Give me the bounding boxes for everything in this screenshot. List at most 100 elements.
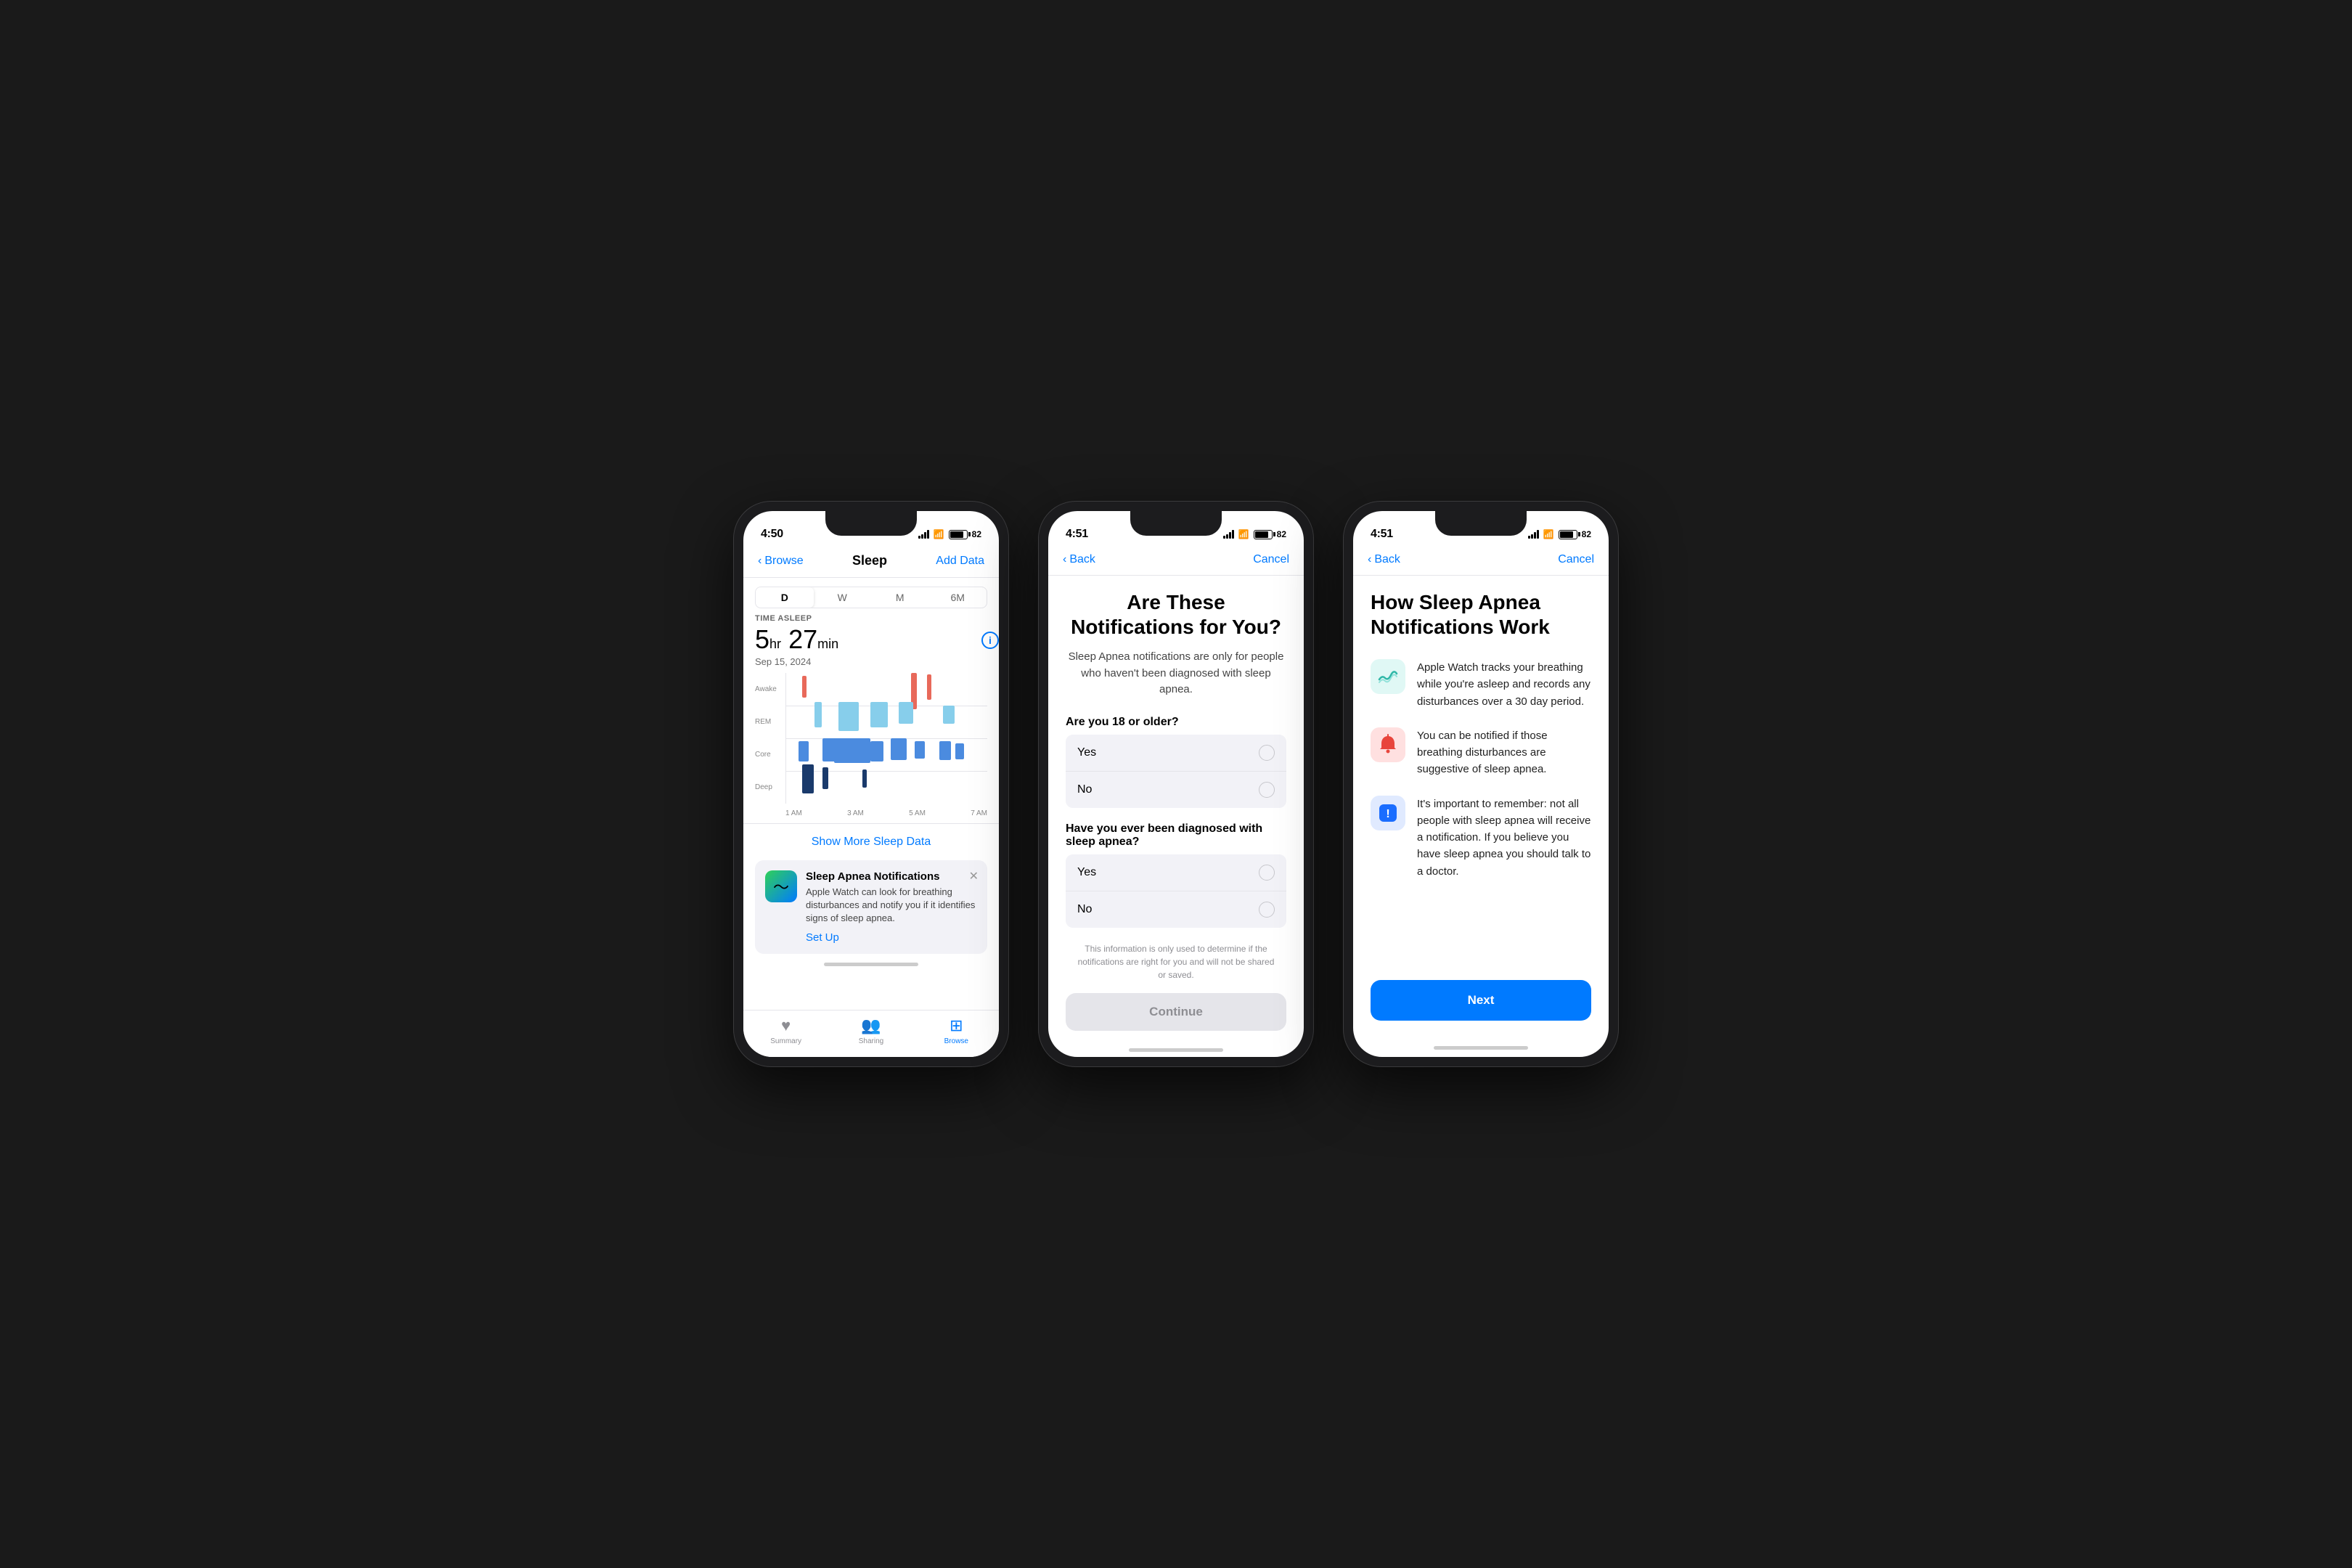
cancel-button-3[interactable]: Cancel: [1558, 553, 1594, 566]
form-title: Are These Notifications for You?: [1066, 590, 1286, 639]
nav-bar-2: ‹ Back Cancel: [1048, 547, 1304, 576]
form-content: Are These Notifications for You? Sleep A…: [1048, 590, 1304, 1031]
feature-text-1: Apple Watch tracks your breathing while …: [1417, 659, 1591, 710]
q1-yes-label: Yes: [1077, 746, 1096, 759]
show-more-sleep-button[interactable]: Show More Sleep Data: [743, 823, 999, 860]
sleep-apnea-icon: 〜: [765, 870, 797, 902]
tab-6m[interactable]: 6M: [929, 587, 987, 608]
signal-icon-2: [1223, 530, 1234, 539]
sleep-chart: Awake REM Core Deep: [755, 673, 987, 804]
sharing-icon: 👥: [861, 1016, 881, 1035]
phone-2: 4:51 📶 82 ‹ Back Ca: [1038, 501, 1314, 1067]
nav-bar-1: ‹ Browse Sleep Add Data: [743, 547, 999, 578]
q2-radio-group: Yes No: [1066, 854, 1286, 928]
close-button[interactable]: ✕: [969, 869, 979, 883]
wifi-icon-1: 📶: [934, 529, 944, 539]
tab-m[interactable]: M: [871, 587, 929, 608]
sleep-hours: 5: [755, 624, 769, 654]
bottom-tab-bar: ♥ Summary 👥 Sharing ⊞ Browse: [743, 1010, 999, 1057]
phone-1: 4:50 📶 82 ‹ Browse Sleep: [733, 501, 1009, 1067]
time-5am: 5 AM: [909, 809, 926, 817]
back-button-2[interactable]: ‹ Back: [1063, 553, 1095, 566]
wifi-icon-2: 📶: [1238, 529, 1249, 539]
add-data-button[interactable]: Add Data: [936, 555, 984, 568]
wifi-icon-3: 📶: [1543, 529, 1554, 539]
warning-icon: !: [1371, 796, 1405, 830]
sleep-label: TIME ASLEEP: [755, 614, 987, 623]
q1-no-radio[interactable]: [1259, 782, 1275, 798]
q1-yes-radio[interactable]: [1259, 745, 1275, 761]
battery-label-1: 82: [972, 529, 981, 539]
chart-y-labels: Awake REM Core Deep: [755, 673, 785, 804]
setup-button[interactable]: Set Up: [806, 931, 977, 944]
back-button-3[interactable]: ‹ Back: [1368, 553, 1400, 566]
tab-summary[interactable]: ♥ Summary: [743, 1016, 828, 1045]
rem-label: REM: [755, 718, 785, 726]
home-indicator-1: [824, 963, 918, 966]
feature-text-3: It's important to remember: not all peop…: [1417, 796, 1591, 880]
chevron-left-icon-2: ‹: [1063, 553, 1066, 566]
signal-icon-1: [918, 530, 929, 539]
sleep-duration: 5hr 27min i: [755, 624, 987, 655]
summary-label: Summary: [770, 1037, 801, 1045]
time-1am: 1 AM: [785, 809, 802, 817]
battery-icon-2: [1254, 530, 1273, 539]
status-icons-3: 📶 82: [1528, 529, 1591, 539]
status-time-1: 4:50: [761, 528, 783, 541]
back-button-1[interactable]: ‹ Browse: [758, 555, 804, 568]
sleep-minutes: 27: [788, 624, 817, 654]
breathing-icon: [1371, 659, 1405, 694]
core-label: Core: [755, 751, 785, 759]
back-label-1: Browse: [764, 555, 803, 568]
hour-unit: hr: [769, 637, 781, 651]
q1-no-label: No: [1077, 783, 1092, 796]
time-3am: 3 AM: [847, 809, 864, 817]
awake-label: Awake: [755, 685, 785, 693]
notification-bell-icon: [1371, 727, 1405, 762]
tab-d[interactable]: D: [756, 587, 814, 608]
min-unit: min: [817, 637, 838, 651]
disclaimer-text: This information is only used to determi…: [1066, 942, 1286, 981]
status-time-3: 4:51: [1371, 528, 1393, 541]
tab-sharing[interactable]: 👥 Sharing: [828, 1016, 913, 1045]
q2-no-radio[interactable]: [1259, 902, 1275, 918]
sleep-date: Sep 15, 2024: [755, 656, 987, 667]
next-button[interactable]: Next: [1371, 980, 1591, 1021]
feature-item-1: Apple Watch tracks your breathing while …: [1353, 659, 1609, 710]
notch-2: [1130, 511, 1222, 536]
card-title: Sleep Apnea Notifications: [806, 870, 977, 883]
info-button[interactable]: i: [981, 632, 999, 649]
feature-item-3: ! It's important to remember: not all pe…: [1353, 796, 1609, 880]
battery-label-2: 82: [1277, 529, 1286, 539]
cancel-button-2[interactable]: Cancel: [1253, 553, 1289, 566]
q2-yes-option[interactable]: Yes: [1066, 854, 1286, 891]
back-label-2: Back: [1069, 553, 1095, 566]
q2-yes-radio[interactable]: [1259, 865, 1275, 881]
chevron-left-icon-1: ‹: [758, 555, 761, 568]
heart-icon: ♥: [781, 1016, 791, 1035]
q2-no-option[interactable]: No: [1066, 891, 1286, 928]
notch: [825, 511, 917, 536]
how-title: How Sleep Apnea Notifications Work: [1371, 590, 1591, 639]
q1-no-option[interactable]: No: [1066, 772, 1286, 808]
status-icons-2: 📶 82: [1223, 529, 1286, 539]
battery-icon-3: [1559, 530, 1577, 539]
back-label-3: Back: [1374, 553, 1400, 566]
sleep-apnea-card: 〜 Sleep Apnea Notifications Apple Watch …: [755, 860, 987, 954]
page-title-1: Sleep: [852, 553, 887, 568]
q1-radio-group: Yes No: [1066, 735, 1286, 808]
deep-label: Deep: [755, 783, 785, 791]
signal-icon-3: [1528, 530, 1539, 539]
sleep-chart-area: Awake REM Core Deep: [743, 673, 999, 817]
phone-3: 4:51 📶 82 ‹ Back Ca: [1343, 501, 1619, 1067]
question-1: Are you 18 or older?: [1066, 716, 1286, 729]
nav-bar-3: ‹ Back Cancel: [1353, 547, 1609, 576]
tab-browse[interactable]: ⊞ Browse: [914, 1016, 999, 1045]
svg-text:!: !: [1386, 808, 1389, 820]
card-content: Sleep Apnea Notifications Apple Watch ca…: [806, 870, 977, 944]
q1-yes-option[interactable]: Yes: [1066, 735, 1286, 772]
q2-yes-label: Yes: [1077, 866, 1096, 879]
chevron-left-icon-3: ‹: [1368, 553, 1371, 566]
tab-w[interactable]: W: [814, 587, 872, 608]
notch-3: [1435, 511, 1527, 536]
